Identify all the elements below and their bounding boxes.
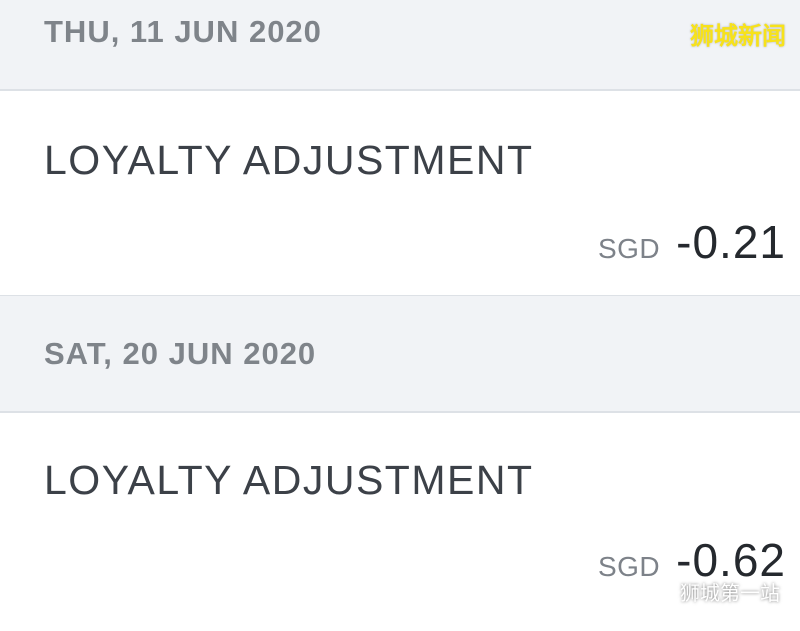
transaction-title: LOYALTY ADJUSTMENT bbox=[44, 457, 534, 503]
transaction-date: SAT, 20 JUN 2020 bbox=[44, 336, 317, 371]
watermark-bottom-text: 狮城第一站 bbox=[680, 583, 780, 605]
amount-value: -0.21 bbox=[676, 216, 786, 268]
transaction-amount: SGD -0.21 bbox=[598, 215, 786, 269]
wechat-icon bbox=[648, 582, 674, 602]
transaction-date: THU, 11 JUN 2020 bbox=[44, 14, 322, 49]
transaction-row[interactable]: LOYALTY ADJUSTMENT SGD -0.21 bbox=[0, 89, 800, 297]
currency-code: SGD bbox=[597, 233, 661, 264]
transaction-title: LOYALTY ADJUSTMENT bbox=[44, 137, 534, 183]
watermark-top: 狮城新闻 bbox=[690, 23, 786, 50]
date-header: SAT, 20 JUN 2020 bbox=[0, 296, 800, 412]
date-header: THU, 11 JUN 2020 bbox=[0, 0, 800, 90]
watermark-bottom: 狮城第一站 bbox=[648, 577, 780, 606]
